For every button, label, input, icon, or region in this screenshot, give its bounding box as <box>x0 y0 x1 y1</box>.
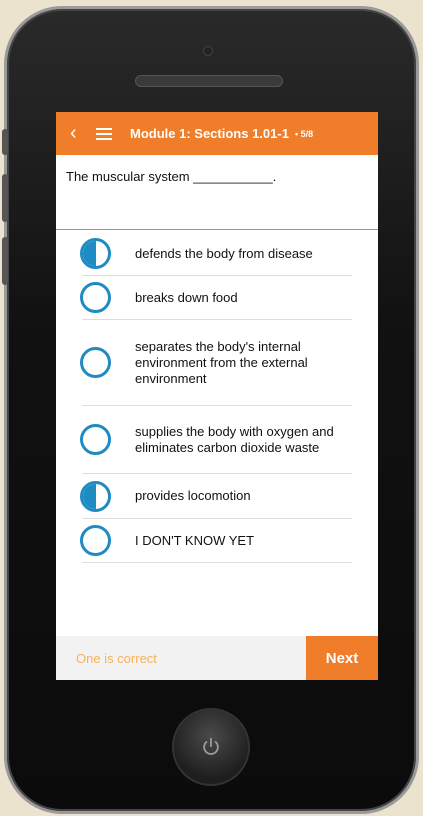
option-label: defends the body from disease <box>135 245 313 261</box>
option-label: breaks down food <box>135 289 238 305</box>
volume-up-button <box>2 174 8 222</box>
radio-half-filled-icon[interactable] <box>80 238 111 269</box>
power-icon <box>203 737 219 755</box>
answer-option[interactable]: provides locomotion <box>80 474 352 519</box>
radio-half-filled-icon[interactable] <box>80 480 111 512</box>
radio-empty-icon[interactable] <box>80 424 111 455</box>
question-text: The muscular system ___________. <box>56 155 378 230</box>
option-label: provides locomotion <box>135 488 251 503</box>
chevron-left-icon[interactable]: ‹ <box>70 122 92 145</box>
footer-bar: One is correct Next <box>56 636 378 680</box>
top-bar: ‹ Module 1: Sections 1.01-1 • 5/8 <box>56 112 378 155</box>
radio-empty-icon[interactable] <box>80 282 111 313</box>
answer-option[interactable]: supplies the body with oxygen and elimin… <box>80 406 352 474</box>
answer-option[interactable]: defends the body from disease <box>80 232 352 276</box>
next-button[interactable]: Next <box>306 636 378 680</box>
hamburger-menu-icon[interactable] <box>96 127 116 140</box>
volume-down-button <box>2 237 8 285</box>
radio-empty-icon[interactable] <box>80 525 111 556</box>
option-label: separates the body's internal environmen… <box>135 338 308 386</box>
answer-options: defends the body from disease breaks dow… <box>56 230 378 563</box>
question-progress: • 5/8 <box>294 128 314 139</box>
home-button[interactable] <box>172 708 250 786</box>
option-label: I DON'T KNOW YET <box>135 532 255 548</box>
option-label: supplies the body with oxygen and elimin… <box>135 423 334 455</box>
earpiece-speaker <box>135 75 283 87</box>
app-screen: ‹ Module 1: Sections 1.01-1 • 5/8 The mu… <box>56 112 378 680</box>
mute-switch <box>2 129 8 155</box>
answer-option[interactable]: separates the body's internal environmen… <box>80 320 352 406</box>
module-title: Module 1: Sections 1.01-1 <box>130 126 289 141</box>
front-camera <box>203 46 213 56</box>
radio-empty-icon[interactable] <box>80 347 111 378</box>
answer-hint: One is correct <box>76 650 157 666</box>
answer-option[interactable]: breaks down food <box>80 276 352 320</box>
answer-option[interactable]: I DON'T KNOW YET <box>80 519 352 563</box>
